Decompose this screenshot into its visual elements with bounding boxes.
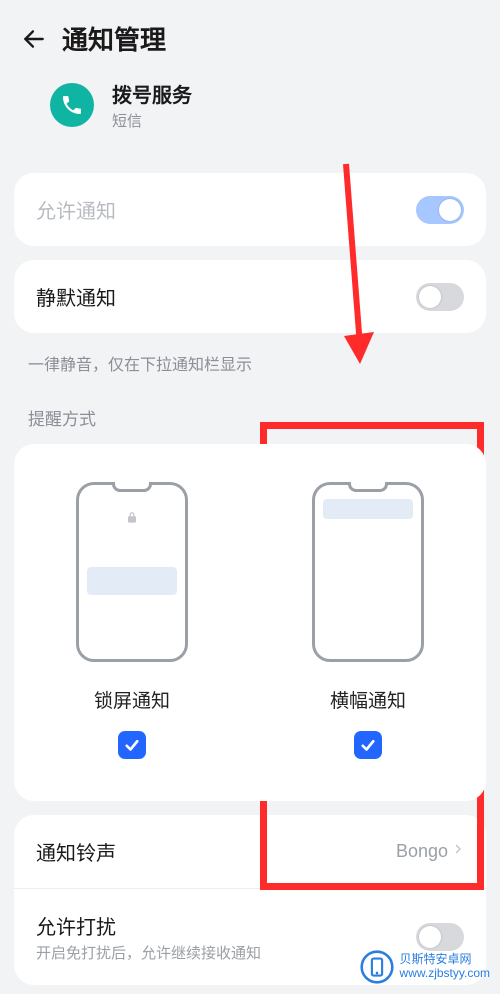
allow-notify-row[interactable]: 允许通知 <box>14 173 486 246</box>
app-icon <box>50 83 94 127</box>
allow-disturb-sub: 开启免打扰后，允许继续接收通知 <box>36 942 261 963</box>
page-header: 通知管理 <box>0 0 500 71</box>
phone-icon <box>60 93 84 117</box>
phone-lockscreen-illustration <box>76 482 188 662</box>
silent-notify-desc: 一律静音，仅在下拉通知栏显示 <box>0 333 500 375</box>
option-banner-label: 横幅通知 <box>330 686 406 713</box>
allow-disturb-toggle[interactable] <box>416 923 464 951</box>
remind-options-card: 锁屏通知 横幅通知 <box>14 444 486 801</box>
silent-notify-label: 静默通知 <box>36 282 116 311</box>
settings-list: 通知铃声 Bongo 允许打扰 开启免打扰后，允许继续接收通知 <box>14 815 486 985</box>
app-summary: 拨号服务 短信 <box>0 71 500 151</box>
allow-disturb-label: 允许打扰 <box>36 911 261 940</box>
back-button[interactable] <box>18 23 50 55</box>
chevron-right-icon <box>452 840 464 863</box>
allow-notify-toggle[interactable] <box>416 196 464 224</box>
option-lockscreen-check[interactable] <box>118 731 146 759</box>
section-label-remind: 提醒方式 <box>0 375 500 444</box>
arrow-left-icon <box>21 26 47 52</box>
ringtone-row[interactable]: 通知铃声 Bongo <box>14 815 486 888</box>
option-lockscreen[interactable]: 锁屏通知 <box>14 482 250 759</box>
app-category: 短信 <box>112 110 192 131</box>
option-lockscreen-label: 锁屏通知 <box>94 686 170 713</box>
silent-notify-row[interactable]: 静默通知 <box>14 260 486 333</box>
check-icon <box>359 736 377 754</box>
phone-banner-illustration <box>312 482 424 662</box>
option-banner[interactable]: 横幅通知 <box>250 482 486 759</box>
ringtone-value: Bongo <box>396 841 448 862</box>
allow-disturb-row[interactable]: 允许打扰 开启免打扰后，允许继续接收通知 <box>14 888 486 985</box>
app-name: 拨号服务 <box>112 79 192 108</box>
page-title: 通知管理 <box>62 20 166 57</box>
silent-notify-toggle[interactable] <box>416 283 464 311</box>
lock-icon <box>125 511 139 528</box>
check-icon <box>123 736 141 754</box>
option-banner-check[interactable] <box>354 731 382 759</box>
ringtone-label: 通知铃声 <box>36 837 116 866</box>
allow-notify-label: 允许通知 <box>36 195 116 224</box>
